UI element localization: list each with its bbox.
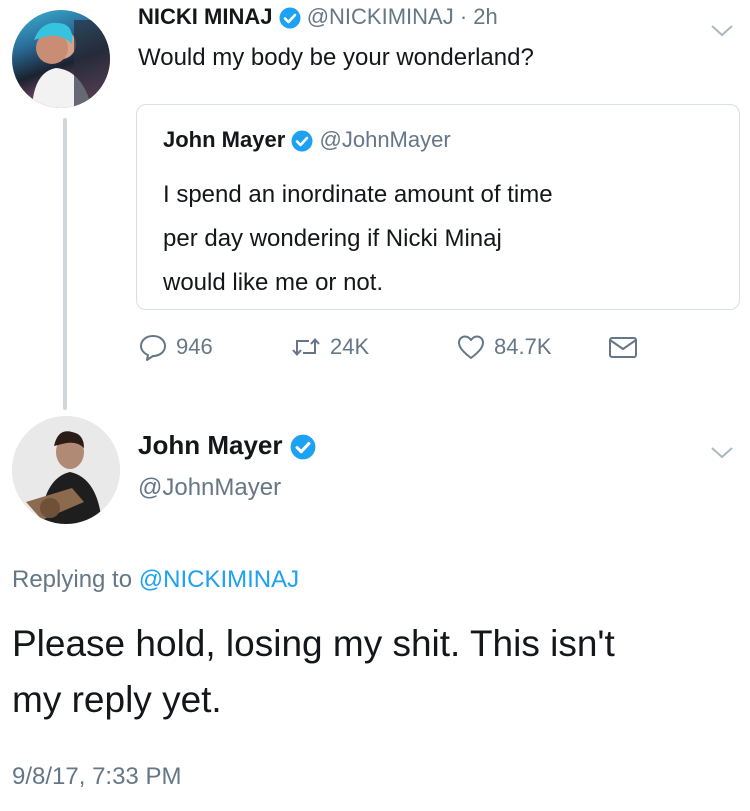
replying-prefix: Replying to	[12, 566, 133, 593]
dm-icon	[609, 337, 637, 358]
tweet-text: Would my body be your wonderland?	[138, 44, 534, 71]
quoted-text-line: I spend an inordinate amount of time	[163, 181, 553, 208]
reply-count: 946	[176, 334, 213, 359]
quoted-tweet-card[interactable]: John Mayer @JohnMayer I spend an inordin…	[136, 104, 740, 310]
replying-handle-link[interactable]: @NICKIMINAJ	[139, 566, 299, 593]
quoted-handle: @JohnMayer	[319, 127, 451, 152]
nicki-avatar[interactable]	[12, 10, 110, 108]
tweet-header: NICKI MINAJ @NICKIMINAJ · 2h	[138, 4, 498, 30]
replying-to: Replying to @NICKIMINAJ	[12, 566, 299, 594]
reply-text-line: Please hold, losing my shit. This isn't	[12, 623, 615, 664]
reply-timestamp[interactable]: 9/8/17, 7:33 PM	[12, 763, 181, 791]
verified-badge-icon	[291, 130, 313, 152]
reply-text: Please hold, losing my shit. This isn't …	[12, 616, 615, 728]
reply-header: John Mayer	[138, 430, 316, 461]
like-action[interactable]: 84.7K	[456, 332, 552, 362]
chevron-down-icon[interactable]	[708, 20, 736, 40]
reply-icon	[140, 335, 166, 361]
retweet-icon	[292, 337, 320, 357]
verified-badge-icon	[279, 7, 301, 29]
avatar-image	[32, 20, 110, 108]
verified-badge-icon	[290, 434, 316, 460]
like-count: 84.7K	[494, 334, 552, 359]
quoted-text-line: would like me or not.	[163, 269, 384, 296]
avatar-image	[12, 416, 120, 524]
quoted-text-line: per day wondering if Nicki Minaj	[163, 225, 502, 252]
retweet-count: 24K	[330, 334, 370, 359]
retweet-action[interactable]: 24K	[290, 332, 369, 362]
dm-action[interactable]	[607, 332, 639, 362]
chevron-down-icon[interactable]	[708, 442, 736, 462]
reply-handle[interactable]: @JohnMayer	[138, 474, 281, 502]
tweet-handle-time[interactable]: @NICKIMINAJ · 2h	[307, 4, 498, 29]
reply-action[interactable]: 946	[138, 332, 213, 362]
reply-text-line: my reply yet.	[12, 679, 222, 720]
tweet-display-name[interactable]: NICKI MINAJ	[138, 4, 272, 29]
john-mayer-avatar[interactable]	[12, 416, 120, 524]
thread-connector-line	[63, 118, 67, 410]
quoted-header: John Mayer @JohnMayer	[163, 127, 451, 153]
quoted-display-name: John Mayer	[163, 127, 286, 152]
quoted-text: I spend an inordinate amount of time per…	[163, 173, 553, 305]
reply-display-name[interactable]: John Mayer	[138, 430, 283, 460]
like-icon	[458, 335, 484, 359]
